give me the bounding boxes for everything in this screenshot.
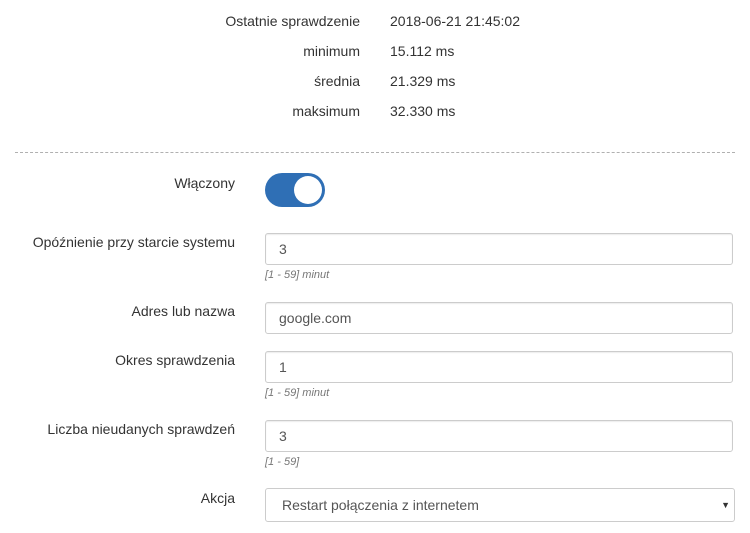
action-label: Akcja xyxy=(200,490,235,506)
enabled-label: Włączony xyxy=(174,175,235,191)
minimum-label: minimum xyxy=(303,43,360,59)
last-check-value: 2018-06-21 21:45:02 xyxy=(390,13,520,29)
check-period-hint: [1 - 59] minut xyxy=(265,387,330,399)
average-label: średnia xyxy=(314,73,360,89)
last-check-label: Ostatnie sprawdzenie xyxy=(225,13,360,29)
action-select[interactable]: Restart połączenia z internetem ▼ xyxy=(265,488,735,522)
action-selected-value: Restart połączenia z internetem xyxy=(282,497,479,513)
check-period-input[interactable] xyxy=(265,351,733,383)
maximum-value: 32.330 ms xyxy=(390,103,456,119)
address-label: Adres lub nazwa xyxy=(131,303,235,319)
startup-delay-hint: [1 - 59] minut xyxy=(265,269,330,281)
toggle-knob xyxy=(294,176,322,204)
section-divider xyxy=(15,152,735,153)
failed-checks-input[interactable] xyxy=(265,420,733,452)
failed-checks-label: Liczba nieudanych sprawdzeń xyxy=(47,421,235,437)
minimum-value: 15.112 ms xyxy=(390,43,455,59)
check-period-label: Okres sprawdzenia xyxy=(115,352,235,368)
average-value: 21.329 ms xyxy=(390,73,456,89)
failed-checks-hint: [1 - 59] xyxy=(265,456,300,468)
startup-delay-input[interactable] xyxy=(265,233,733,265)
maximum-label: maksimum xyxy=(292,103,360,119)
startup-delay-label: Opóźnienie przy starcie systemu xyxy=(32,234,235,250)
address-input[interactable] xyxy=(265,302,733,334)
caret-down-icon: ▼ xyxy=(721,500,730,510)
enabled-toggle[interactable] xyxy=(265,173,325,207)
